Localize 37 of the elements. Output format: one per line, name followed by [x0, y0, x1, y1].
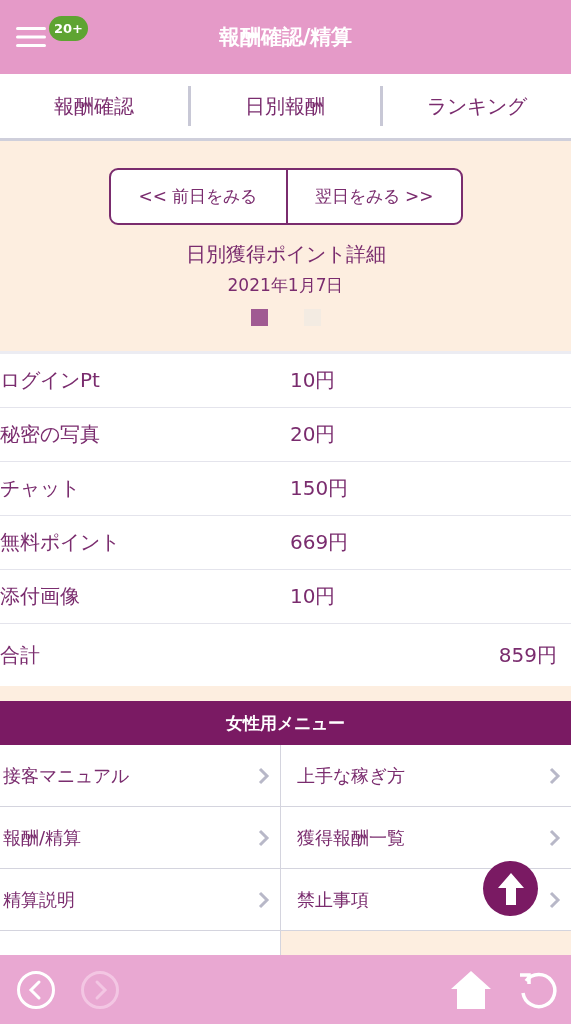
- row-label: 合計: [0, 641, 40, 669]
- row-value: 150円: [290, 475, 349, 502]
- menu-item[interactable]: 接客マニュアル: [0, 745, 281, 807]
- tab[interactable]: 日別報酬: [191, 86, 380, 126]
- row-value: 20円: [290, 421, 336, 448]
- home-icon[interactable]: [449, 968, 493, 1011]
- row-label: 添付画像: [0, 583, 81, 610]
- chevron-icon: [258, 890, 270, 909]
- next-day-button[interactable]: 翌日をみる >>: [285, 170, 461, 223]
- chevron-icon: [549, 890, 561, 909]
- tab[interactable]: ランキング: [382, 86, 571, 126]
- row-value: 10円: [290, 367, 336, 394]
- menu-item[interactable]: 上手な稼ぎ方: [281, 745, 571, 807]
- up-arrow-icon: [496, 871, 525, 906]
- menu-header: 女性用メニュー: [0, 701, 571, 745]
- notification-badge: 20+: [49, 16, 88, 41]
- row-label: チャット: [0, 475, 81, 502]
- detail-date: 2021年1月7日: [227, 274, 344, 297]
- menu-icon[interactable]: [16, 25, 48, 49]
- previous-day-button[interactable]: << 前日をみる: [110, 170, 286, 223]
- detail-title: 日別獲得ポイント詳細: [185, 241, 386, 268]
- row-value: 859円: [498, 641, 558, 669]
- chevron-icon: [549, 766, 561, 785]
- chevron-icon: [258, 828, 270, 847]
- row-value: 10円: [290, 583, 336, 610]
- back-icon[interactable]: [16, 969, 56, 1010]
- row-label: 秘密の写真: [0, 421, 101, 448]
- chevron-icon: [258, 766, 270, 785]
- menu-item[interactable]: 精算説明: [0, 869, 281, 931]
- menu-item[interactable]: 報酬/精算: [0, 807, 281, 869]
- row-label: ログインPt: [0, 367, 101, 394]
- chevron-icon: [549, 828, 561, 847]
- scroll-top-button[interactable]: [483, 861, 538, 916]
- page-title: 報酬確認/精算: [218, 24, 353, 51]
- row-value: 669円: [290, 529, 349, 556]
- tab[interactable]: 報酬確認: [0, 86, 189, 126]
- row-label: 無料ポイント: [0, 529, 121, 556]
